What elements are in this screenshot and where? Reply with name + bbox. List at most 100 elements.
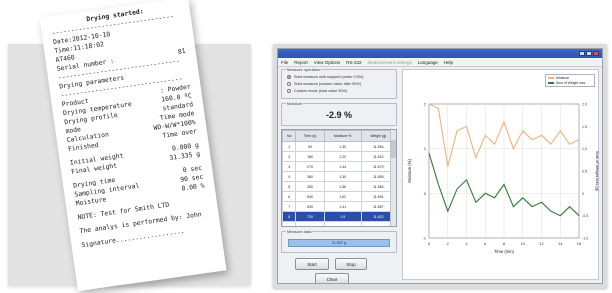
table-cell: 720 [295, 211, 325, 222]
table-cell: 5 [282, 181, 297, 192]
table-scrollbar[interactable] [390, 130, 396, 226]
table-header-cell[interactable]: Moisture % [323, 130, 362, 142]
measure-mode-label: Start measure until stopped (under 0.5%) [294, 74, 364, 79]
x-tick-label: 14 [558, 241, 563, 246]
scrollbar-thumb[interactable] [391, 140, 396, 158]
table-cell: 1.44 [323, 161, 362, 172]
legend-label-moisture: Moisture [556, 76, 570, 81]
y2-tick-label: 0.5 [582, 170, 587, 174]
table-cell: 1.30 [323, 171, 362, 182]
maximize-icon[interactable] [586, 51, 592, 56]
measure-data-title: Measure data [286, 229, 313, 234]
menu-item[interactable]: View Options [314, 60, 340, 65]
table-row[interactable]: 4 360 1.30 11.555 [282, 171, 396, 182]
minimize-icon[interactable] [579, 51, 585, 56]
measure-mode-label: Custom mode (load value 50%) [294, 88, 348, 93]
measure-mode-options: Start measure until stopped (under 0.5%)… [282, 73, 396, 94]
radio-button-icon[interactable] [287, 88, 291, 93]
start-button[interactable]: Start [295, 258, 329, 270]
measure-mode-label: Start measure (custom value after 50%) [294, 81, 362, 86]
y2-tick-label: 1.0 [582, 147, 587, 151]
y2-axis-label: Sum of Weight loss (g) [595, 151, 600, 192]
table-row[interactable]: 2 180 1.20 11.542 [282, 151, 396, 162]
legend-swatch-weight [548, 81, 554, 84]
x-tick-label: 12 [539, 241, 544, 246]
table-cell: 630 [295, 201, 325, 212]
clear-button[interactable]: Clear [315, 273, 349, 283]
table-cell: 540 [295, 191, 325, 202]
x-tick-label: 4 [465, 241, 468, 246]
measure-data-group: Measure data 11.537 g [281, 229, 397, 253]
table-row[interactable]: 6 540 1.62 11.591 [282, 191, 396, 202]
table-row[interactable]: 3 270 1.44 11.570 [282, 161, 396, 172]
results-table[interactable]: No Time (s) Moisture % Weight (g) 1 90 1.30 11… [281, 129, 397, 227]
app-window: File Report View Options RS-232 Measurement … [277, 48, 603, 284]
table-cell: 1.62 [323, 191, 362, 202]
menu-item[interactable]: Measurement settings [367, 60, 411, 65]
control-panel: Measure operation Start measure until st… [281, 67, 397, 283]
window-titlebar [278, 49, 602, 58]
table-cell: 1 [282, 141, 297, 152]
table-row[interactable]: 1 90 1.30 11.554 [282, 141, 396, 152]
menu-item[interactable]: Language [418, 60, 438, 65]
chart-legend: Moisture Sum of Weight loss [545, 74, 595, 87]
legend-item-weight: Sum of Weight loss [548, 81, 592, 86]
measure-mode-option[interactable]: Custom mode (load value 50%) [282, 87, 396, 94]
legend-swatch-moisture [548, 77, 554, 80]
x-tick-label: 6 [484, 241, 487, 246]
y2-tick-label: -1.0 [582, 237, 588, 241]
table-row[interactable]: 7 630 1.41 11.567 [282, 201, 396, 212]
menu-item[interactable]: File [281, 60, 288, 65]
results-grid: No Time (s) Moisture % Weight (g) 1 90 1.30 11… [282, 130, 396, 226]
table-cell: 1.30 [323, 141, 362, 152]
menu-item[interactable]: RS-232 [346, 60, 361, 65]
y-tick-label: 0 [424, 191, 427, 196]
y-tick-label: -1 [422, 236, 426, 241]
table-row[interactable] [282, 221, 396, 226]
table-cell: 4 [282, 171, 297, 182]
table-cell: 1.56 [323, 181, 362, 192]
x-tick-label: 10 [521, 241, 526, 246]
measure-mode-option[interactable]: Start measure (custom value after 50%) [282, 80, 396, 87]
table-cell: 2 [282, 151, 297, 162]
table-cell: 6 [282, 191, 297, 202]
receipt-param-list: Product: Powder Drying temperature 160.0 º… [61, 82, 205, 208]
moisture-chart-svg: 0 2 4 6 8 10 12 14 16210-12.01.51.00.50-0.5-1.0T… [407, 102, 600, 255]
measure-operation-group: Measure operation Start measure until st… [281, 67, 397, 99]
measure-operation-title: Measure operation [286, 67, 322, 72]
x-tick-label: 16 [577, 241, 582, 246]
screenshot-frame: File Report View Options RS-232 Measurement … [273, 44, 607, 288]
table-row[interactable]: 8 720 1.9 11.622 [282, 211, 396, 222]
menu-item[interactable]: Help [444, 60, 453, 65]
table-cell: 1.20 [323, 151, 362, 162]
measure-mode-option[interactable]: Start measure until stopped (under 0.5%) [282, 73, 396, 80]
table-cell: 8 [282, 211, 297, 222]
legend-label-weight: Sum of Weight loss [556, 80, 586, 85]
moisture-readout: -2.9 % [325, 110, 352, 120]
y-tick-label: 2 [424, 102, 427, 107]
moisture-chart: 0 2 4 6 8 10 12 14 16 2 1 0 -1 2.0 1.5 1.0 0.5 0 -0.5 -1.0 T… [402, 69, 600, 280]
y2-tick-label: 0 [582, 192, 584, 196]
y2-tick-label: 2.0 [582, 103, 587, 107]
table-cell: 270 [295, 161, 325, 172]
menu-item[interactable]: Report [294, 60, 308, 65]
table-cell [282, 221, 297, 226]
y2-tick-label: -0.5 [582, 214, 588, 218]
table-row[interactable]: 5 450 1.56 11.584 [282, 181, 396, 192]
table-cell: 7 [282, 201, 297, 212]
y2-tick-label: 1.5 [582, 125, 587, 129]
table-cell: 3 [282, 161, 297, 172]
y-axis-label: Moisture (%) [407, 159, 412, 183]
table-cell: 180 [295, 151, 325, 162]
radio-button-icon[interactable] [287, 74, 291, 79]
x-axis-label: Time (min) [494, 249, 514, 254]
x-tick-label: 0 [428, 241, 431, 246]
stop-button[interactable]: Stop [335, 258, 367, 270]
table-header-cell[interactable]: No [282, 130, 297, 142]
table-cell [295, 221, 325, 226]
table-header-cell[interactable]: Time (s) [295, 130, 325, 142]
table-cell [323, 221, 362, 226]
menu-bar: File Report View Options RS-232 Measurement … [278, 58, 602, 67]
radio-button-icon[interactable] [287, 81, 291, 86]
close-icon[interactable] [593, 51, 599, 56]
